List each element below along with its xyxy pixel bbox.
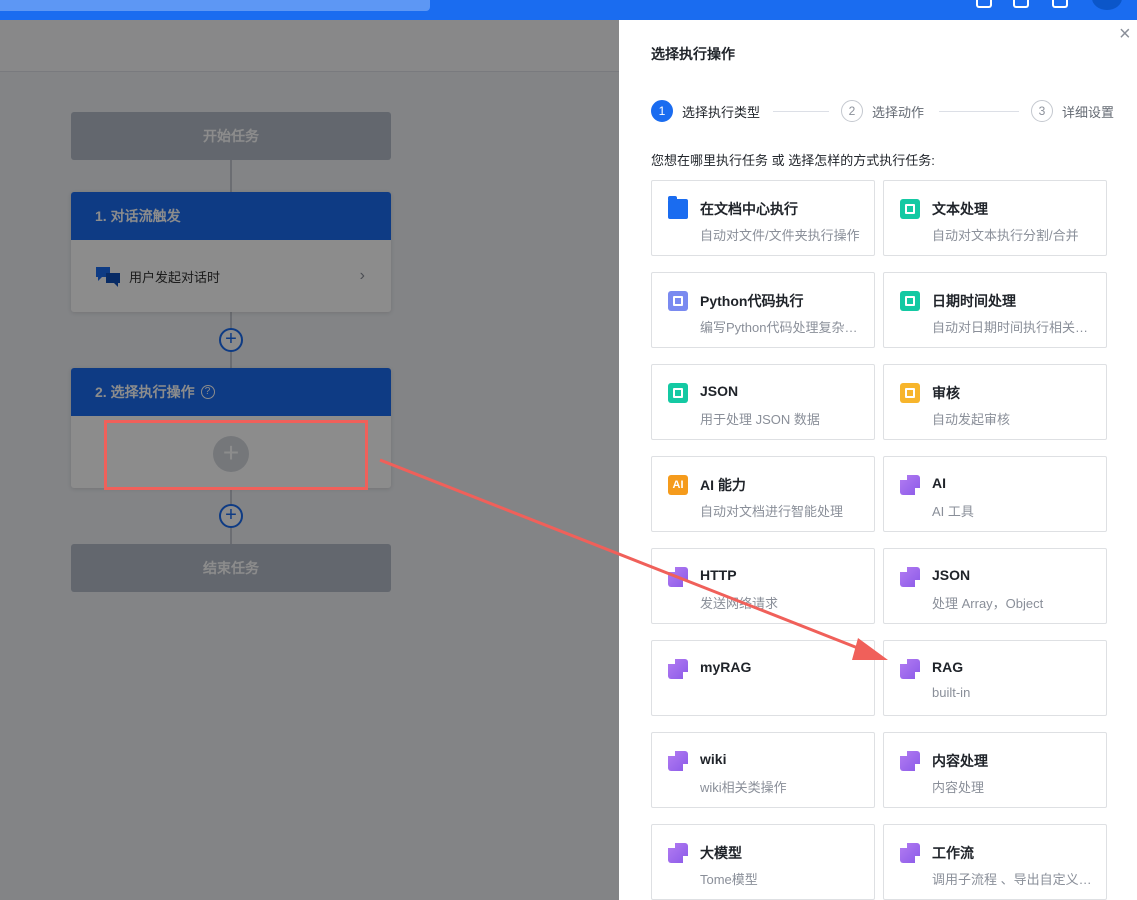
action-type-card[interactable]: Python代码执行编写Python代码处理复杂逻辑 <box>651 272 875 348</box>
step-1-number: 1 <box>651 100 673 122</box>
close-icon[interactable]: × <box>1119 24 1131 44</box>
calendar-icon <box>900 291 920 311</box>
action-type-title: JSON <box>700 383 739 399</box>
action-type-description: Tome模型 <box>700 872 758 887</box>
plugin-icon <box>668 659 688 679</box>
action-type-description: 自动对文本执行分割/合并 <box>932 228 1079 243</box>
action-type-card[interactable]: AI AI 能力自动对文档进行智能处理 <box>651 456 875 532</box>
action-type-card[interactable]: 在文档中心执行自动对文件/文件夹执行操作 <box>651 180 875 256</box>
action-type-description: 处理 Array，Object <box>932 596 1044 611</box>
step-2-number: 2 <box>841 100 863 122</box>
action-type-card[interactable]: 审核 自动发起审核 <box>883 364 1107 440</box>
bell-icon[interactable] <box>1052 0 1068 8</box>
plus-icon[interactable] <box>976 0 992 8</box>
action-type-title: 工作流 <box>932 845 974 861</box>
plugin-icon <box>900 567 920 587</box>
selection-prompt: 您想在哪里执行任务 或 选择怎样的方式执行任务: <box>651 153 935 168</box>
action-type-title: RAG <box>932 659 964 675</box>
plugin-icon <box>668 567 688 587</box>
action-type-description: 自动对日期时间执行相关操作 <box>932 320 1092 335</box>
action-type-title: 在文档中心执行 <box>700 201 798 217</box>
action-type-card[interactable]: JSON 处理 Array，Object <box>883 548 1107 624</box>
plugin-icon <box>668 843 688 863</box>
plugin-icon <box>900 751 920 771</box>
action-type-title: AI 能力 <box>700 477 746 493</box>
approval-icon <box>900 383 920 403</box>
action-type-title: 审核 <box>932 385 960 401</box>
code-icon <box>668 291 688 311</box>
action-type-card[interactable]: 大模型 Tome模型 <box>651 824 875 900</box>
action-type-card[interactable]: 工作流调用子流程 、导出自定义工作流 <box>883 824 1107 900</box>
action-type-description: 调用子流程 、导出自定义工作流 <box>932 872 1092 887</box>
action-type-description: 用于处理 JSON 数据 <box>700 412 820 427</box>
database-icon-glyph <box>673 388 683 398</box>
top-app-bar <box>0 0 1137 20</box>
plugin-icon <box>900 659 920 679</box>
step-1: 1 选择执行类型 <box>651 100 760 122</box>
action-type-title: Python代码执行 <box>700 293 804 309</box>
global-search-input[interactable] <box>0 0 430 11</box>
text-scan-icon <box>900 199 920 219</box>
action-type-description: 编写Python代码处理复杂逻辑 <box>700 320 860 335</box>
step-1-label: 选择执行类型 <box>682 104 761 120</box>
action-type-card[interactable]: 文本处理自动对文本执行分割/合并 <box>883 180 1107 256</box>
action-type-card[interactable]: wiki wiki相关类操作 <box>651 732 875 808</box>
drawer-title: 选择执行操作 <box>651 46 735 62</box>
database-icon <box>668 383 688 403</box>
action-type-card[interactable]: 内容处理 内容处理 <box>883 732 1107 808</box>
action-type-card[interactable]: myRAG <box>651 640 875 716</box>
select-action-drawer: 选择执行操作 × 1 选择执行类型 2 选择动作 3 详细设置 您想在哪里执行任… <box>619 20 1137 900</box>
action-type-title: wiki <box>700 751 727 767</box>
approval-icon-glyph <box>905 388 915 398</box>
action-type-card[interactable]: HTTP 发送网络请求 <box>651 548 875 624</box>
document-icon[interactable] <box>1013 0 1029 8</box>
action-type-description: 自动对文件/文件夹执行操作 <box>700 228 860 243</box>
action-type-card[interactable]: AI AI 工具 <box>883 456 1107 532</box>
action-type-description: 自动发起审核 <box>932 412 1011 427</box>
action-type-description: 自动对文档进行智能处理 <box>700 504 844 519</box>
step-3: 3 详细设置 <box>1031 100 1114 122</box>
annotation-highlight-box <box>104 420 368 490</box>
plugin-icon <box>668 751 688 771</box>
code-icon-glyph <box>673 296 683 306</box>
action-type-title: JSON <box>932 567 971 583</box>
action-type-card[interactable]: JSON 用于处理 JSON 数据 <box>651 364 875 440</box>
action-type-title: 大模型 <box>700 845 742 861</box>
action-type-title: AI <box>932 475 946 491</box>
step-2-label: 选择动作 <box>872 104 925 120</box>
step-3-number: 3 <box>1031 100 1053 122</box>
step-2: 2 选择动作 <box>841 100 924 122</box>
action-type-title: 内容处理 <box>932 753 988 769</box>
text-scan-icon-glyph <box>905 204 915 214</box>
action-type-card[interactable]: RAG built-in <box>883 640 1107 716</box>
action-type-description: 发送网络请求 <box>700 596 779 611</box>
folder-icon <box>668 196 688 219</box>
plugin-icon <box>900 475 920 495</box>
calendar-icon-glyph <box>905 296 915 306</box>
action-type-description: AI 工具 <box>932 504 974 519</box>
action-type-card[interactable]: 日期时间处理自动对日期时间执行相关操作 <box>883 272 1107 348</box>
action-type-description: built-in <box>932 685 971 700</box>
avatar[interactable] <box>1092 0 1122 10</box>
action-type-title: myRAG <box>700 659 752 675</box>
action-type-title: HTTP <box>700 567 737 583</box>
ai-badge-icon: AI <box>668 475 688 495</box>
action-type-title: 日期时间处理 <box>932 293 1016 309</box>
action-type-description: 内容处理 <box>932 780 985 795</box>
step-3-label: 详细设置 <box>1062 104 1115 120</box>
step-divider <box>773 111 829 112</box>
step-divider <box>939 111 1019 112</box>
action-type-title: 文本处理 <box>932 201 988 217</box>
action-type-description: wiki相关类操作 <box>700 780 787 795</box>
plugin-icon <box>900 843 920 863</box>
